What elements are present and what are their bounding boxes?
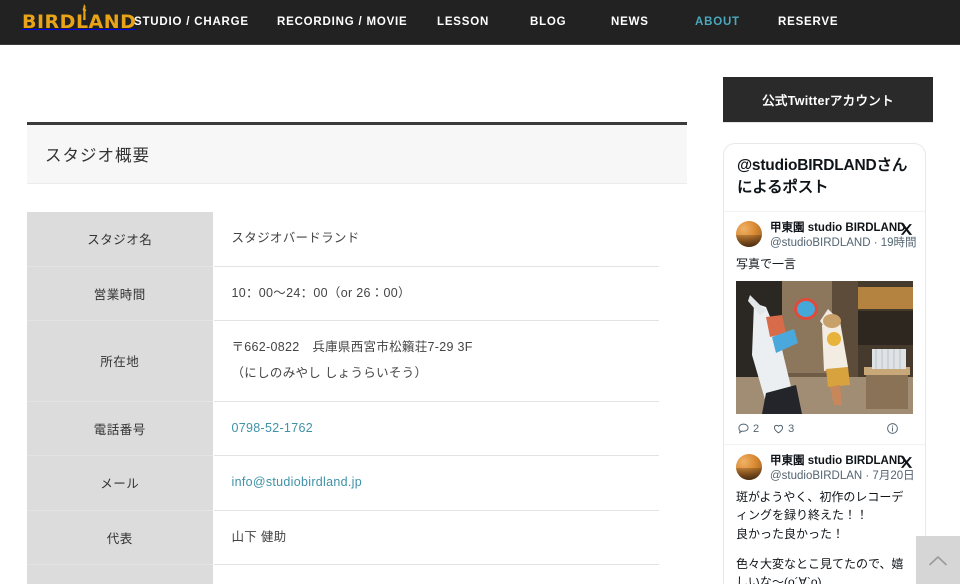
reply-icon [737, 422, 750, 435]
table-row-label: 営業時間 [27, 266, 214, 321]
table-row-value: リハーサルスタジオミュージックスクールレコーディングMV制作和室貸 [213, 564, 660, 584]
page-title-container: スタジオ概要 [27, 122, 687, 184]
tweet-handle-and-time[interactable]: @studioBIRDLAND · 19時間 [770, 236, 917, 252]
tweet-author: 甲東園 studio BIRDLAND @studioBIRDLAN · 7月20… [770, 454, 915, 485]
main-content: スタジオ概要 スタジオ名 スタジオバードランド営業時間 10：00〜24：00（or… [27, 45, 687, 584]
like-count: 3 [788, 422, 795, 435]
tweet-text-line: 色々大変なとこ見てたので、嬉しいな〜(o´∀`o) [736, 556, 904, 584]
tweet-header: 甲東園 studio BIRDLAND @studioBIRDLAND · 19時… [736, 221, 917, 252]
content-wrapper: スタジオ概要 スタジオ名 スタジオバードランド営業時間 10：00〜24：00（or… [0, 45, 960, 584]
nav-item-recording-movie[interactable]: RECORDING / MOVIE [277, 16, 408, 28]
table-row-value: スタジオバードランド [213, 212, 659, 267]
tweet-actions: 23 [736, 414, 913, 444]
table-row-value: info@studiobirdland.jp [213, 455, 659, 511]
tweet-text-line: 良かった良かった！ [736, 526, 845, 541]
tweet-header: 甲東園 studio BIRDLAND @studioBIRDLAN · 7月20… [736, 453, 915, 485]
nav-item-about[interactable]: ABOUT [695, 16, 740, 28]
like-button[interactable]: 3 [772, 422, 794, 435]
table-value-line: リハーサルスタジオ [232, 579, 660, 584]
nav-item-lesson[interactable]: LESSON [437, 16, 489, 28]
page-title: スタジオ概要 [45, 147, 150, 165]
bird-icon [80, 4, 88, 20]
tweet-handle-and-time[interactable]: @studioBIRDLAN · 7月20日 [770, 469, 915, 485]
table-row-value: 10：00〜24：00（or 26：00） [213, 266, 659, 321]
twitter-timeline-widget: @studioBIRDLANDさんによるポスト 甲東園 studio BIRDL… [723, 143, 926, 584]
sidebar-heading-twitter: 公式Twitterアカウント [723, 77, 933, 122]
table-row-label: スタジオ名 [27, 212, 214, 267]
table-value-line: 〒662-0822 兵庫県西宮市松籟荘7-29 3F [231, 340, 473, 355]
tweet-text: 斑がようやく、初作のレコーディングを録り終えた！！ 良かった良かった！ 色々大変なと… [736, 488, 913, 584]
reply-count: 2 [753, 422, 760, 435]
avatar[interactable] [736, 453, 762, 480]
table-value-line: 山下 健助 [231, 529, 287, 544]
page-body: スタジオ概要 スタジオ名 スタジオバードランド営業時間 10：00〜24：00（or… [0, 45, 960, 584]
table-row-label: 事業内容 [27, 564, 214, 584]
site-header: BIRDLAND STUDIO / CHARGE RECORDING / MOVI… [0, 0, 960, 45]
scroll-to-top-button[interactable] [916, 536, 960, 584]
table-row-value: 0798-52-1762 [213, 401, 659, 456]
table-value-line: （にしのみやし しょうらいそう） [231, 365, 428, 380]
table-row: 営業時間 10：00〜24：00（or 26：00） [27, 266, 659, 321]
table-value-link[interactable]: info@studiobirdland.jp [232, 475, 362, 489]
nav-item-news[interactable]: NEWS [611, 16, 649, 28]
info-button[interactable] [886, 422, 899, 435]
avatar[interactable] [736, 221, 762, 247]
chevron-up-icon [929, 555, 947, 566]
nav-item-studio-charge[interactable]: STUDIO / CHARGE [134, 16, 249, 28]
tweet-text-line: 斑がようやく、初作のレコーディングを録り終えた！！ [736, 490, 904, 523]
reply-button[interactable]: 2 [737, 422, 759, 435]
table-row-value: 〒662-0822 兵庫県西宮市松籟荘7-29 3F （にしのみやし しょうらいそ… [213, 320, 659, 401]
table-row: メール info@studiobirdland.jp [27, 455, 659, 511]
table-value-line: スタジオバードランド [231, 231, 360, 245]
x-logo-icon[interactable] [900, 223, 913, 238]
info-icon [886, 422, 899, 435]
table-row-label: 電話番号 [27, 401, 214, 456]
sidebar: 公式Twitterアカウント @studioBIRDLANDさんによるポスト 甲… [723, 45, 933, 584]
tweet-text-line: 写真で一言 [736, 257, 797, 272]
tweet[interactable]: 甲東園 studio BIRDLAND @studioBIRDLAND · 19時… [724, 212, 925, 445]
table-row: 所在地 〒662-0822 兵庫県西宮市松籟荘7-29 3F （にしのみやし しょう… [27, 320, 659, 401]
table-row-label: メール [27, 455, 214, 511]
twitter-widget-header: @studioBIRDLANDさんによるポスト [724, 144, 925, 212]
studio-info-table: スタジオ名 スタジオバードランド営業時間 10：00〜24：00（or 26：00）… [27, 212, 659, 584]
tweet-display-name[interactable]: 甲東園 studio BIRDLAND [770, 221, 905, 236]
table-row-value: 山下 健助 [213, 510, 659, 565]
nav-item-reserve[interactable]: RESERVE [778, 16, 838, 28]
heart-icon [772, 422, 785, 435]
twitter-widget-title: @studioBIRDLANDさんによるポスト [737, 157, 908, 196]
nav-item-blog[interactable]: BLOG [530, 16, 566, 28]
tweet[interactable]: 甲東園 studio BIRDLAND @studioBIRDLAN · 7月20… [724, 445, 925, 584]
table-value-link[interactable]: 0798-52-1762 [232, 421, 313, 435]
tweet-display-name[interactable]: 甲東園 studio BIRDLAND [770, 454, 905, 469]
table-row: スタジオ名 スタジオバードランド [27, 212, 659, 267]
tweet-media-image[interactable] [736, 280, 913, 414]
table-row-label: 代表 [27, 510, 214, 565]
table-row-label: 所在地 [27, 320, 214, 401]
table-value-line: 10：00〜24：00（or 26：00） [231, 285, 411, 300]
table-row: 事業内容リハーサルスタジオミュージックスクールレコーディングMV制作和室貸 [27, 564, 660, 584]
table-row: 代表 山下 健助 [27, 510, 659, 565]
sidebar-divider [723, 122, 933, 123]
table-row: 電話番号 0798-52-1762 [27, 401, 659, 456]
tweet-text: 写真で一言 [736, 255, 913, 273]
x-logo-icon[interactable] [900, 456, 913, 471]
tweet-author: 甲東園 studio BIRDLAND @studioBIRDLAND · 19時… [770, 221, 917, 252]
site-logo[interactable]: BIRDLAND [22, 4, 136, 36]
